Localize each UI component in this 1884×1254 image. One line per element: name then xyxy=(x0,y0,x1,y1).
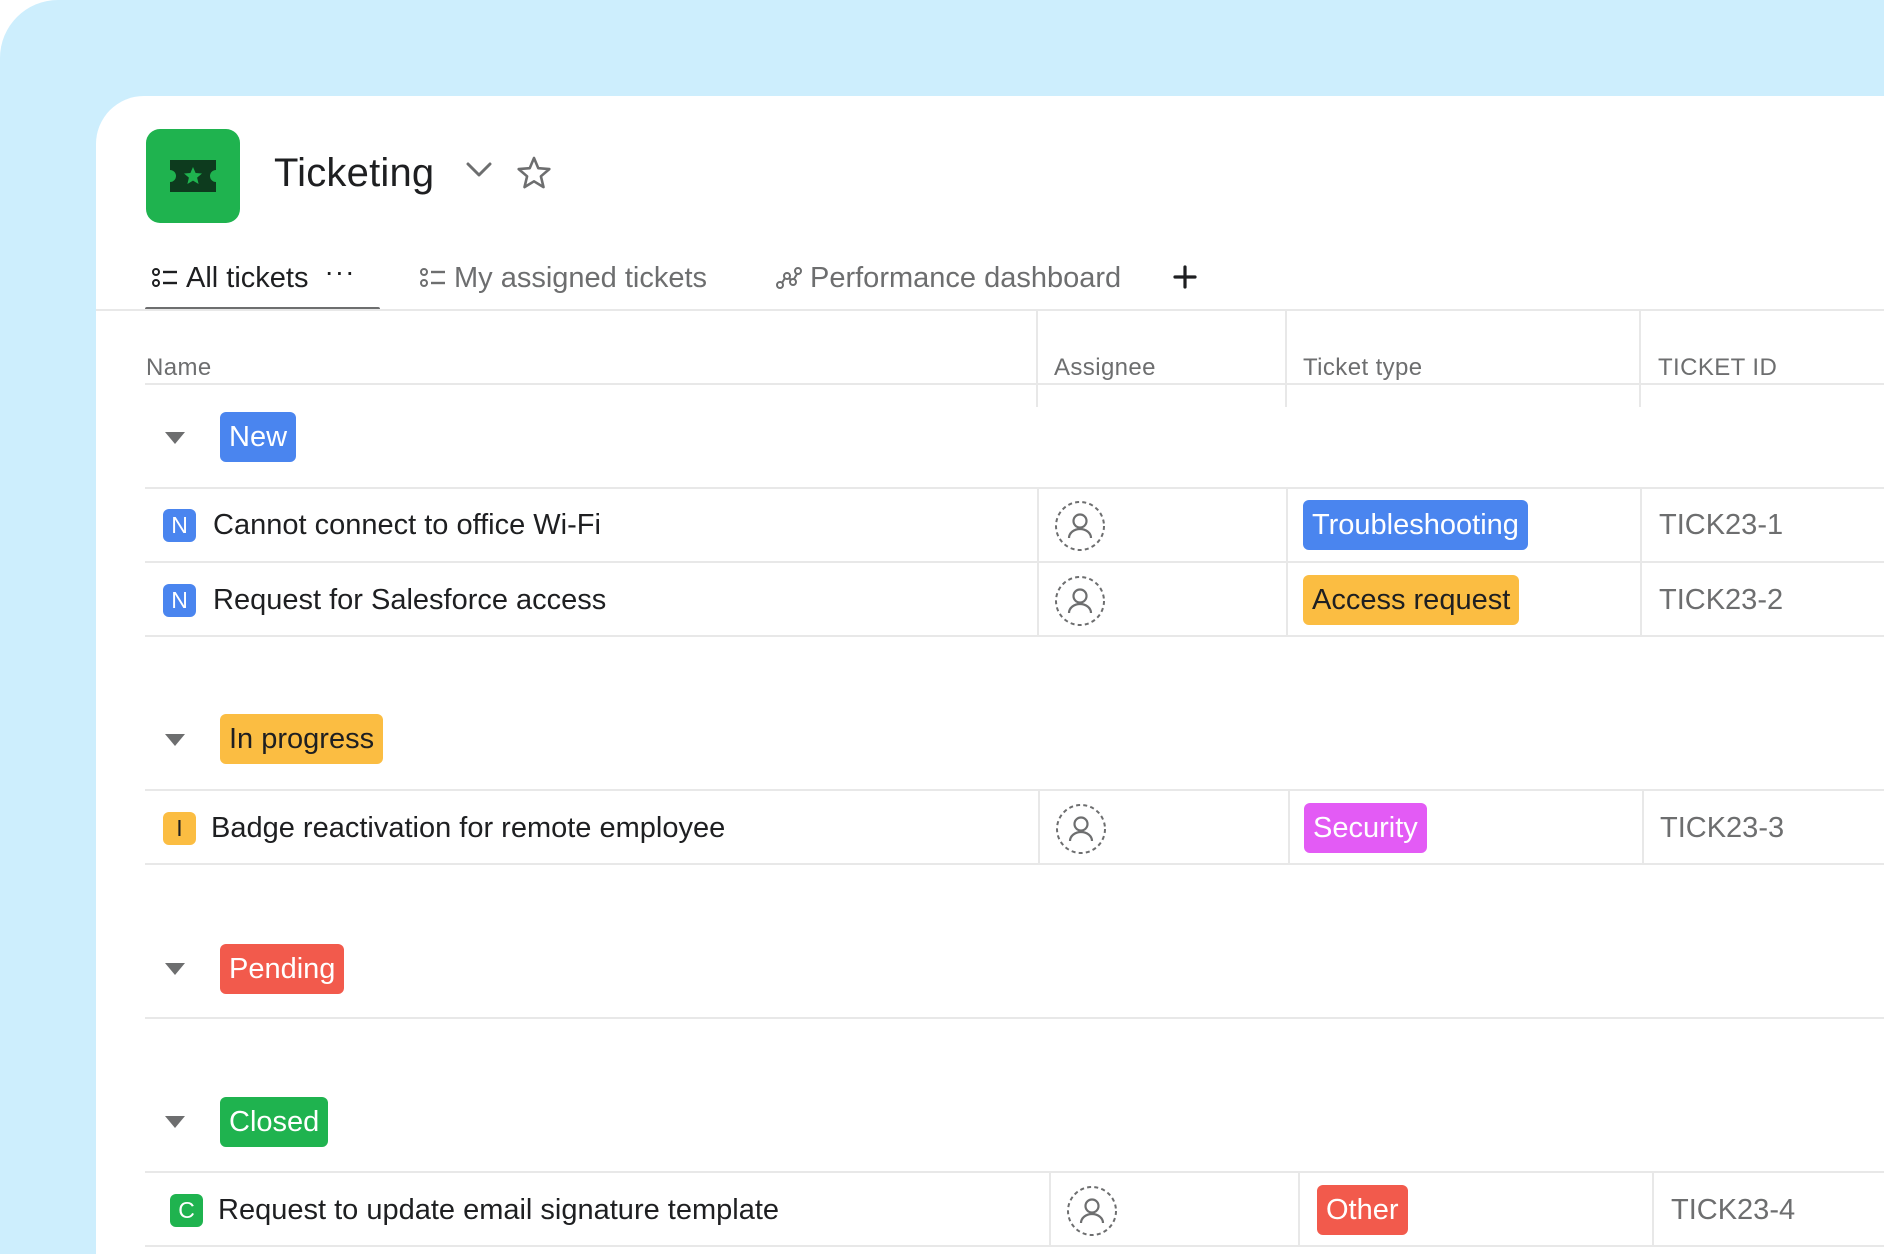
column-divider xyxy=(1038,789,1040,863)
column-divider xyxy=(1640,561,1642,635)
column-divider xyxy=(1286,561,1288,635)
add-tab-icon[interactable] xyxy=(1172,264,1198,295)
row-divider xyxy=(145,863,1884,865)
caret-down-icon[interactable] xyxy=(164,1115,186,1134)
row-divider xyxy=(145,635,1884,637)
ticket-id: TICK23-2 xyxy=(1659,584,1784,616)
tab-label: Performance dashboard xyxy=(810,261,1122,294)
caret-down-icon[interactable] xyxy=(164,733,186,752)
row-divider xyxy=(145,789,1884,791)
assignee-placeholder-icon[interactable] xyxy=(1066,1185,1118,1237)
dashboard-icon xyxy=(776,267,802,289)
column-header-assignee[interactable]: Assignee xyxy=(1054,332,1156,404)
tab-all-tickets[interactable]: All tickets ··· xyxy=(152,257,355,299)
ticket-id: TICK23-1 xyxy=(1659,509,1784,541)
background: Ticketing All tickets ··· My assigned ti… xyxy=(0,0,1884,1254)
assignee-placeholder-icon[interactable] xyxy=(1054,500,1106,552)
ticket-type-pill[interactable]: Other xyxy=(1317,1185,1408,1235)
ticket-type-pill[interactable]: Access request xyxy=(1303,575,1520,625)
tab-divider xyxy=(96,309,1884,311)
list-icon xyxy=(152,268,177,287)
row-divider xyxy=(145,487,1884,489)
column-divider xyxy=(1286,487,1288,561)
group-label-closed[interactable]: Closed xyxy=(220,1097,329,1147)
assignee-placeholder-icon[interactable] xyxy=(1055,803,1107,855)
status-badge: I xyxy=(163,812,196,845)
column-divider xyxy=(1640,487,1642,561)
tab-label: My assigned tickets xyxy=(454,261,708,294)
row-divider xyxy=(145,1017,1884,1019)
list-icon xyxy=(420,268,445,287)
page-title: Ticketing xyxy=(274,151,435,195)
column-divider xyxy=(1036,311,1038,407)
column-divider xyxy=(1037,487,1039,561)
caret-down-icon[interactable] xyxy=(164,962,186,981)
row-divider xyxy=(145,561,1884,563)
column-divider xyxy=(1298,1171,1300,1245)
column-header-name[interactable]: Name xyxy=(146,332,212,404)
ticket-name[interactable]: Request for Salesforce access xyxy=(213,580,606,620)
status-badge: C xyxy=(170,1194,203,1227)
row-divider xyxy=(145,1171,1884,1173)
status-badge: N xyxy=(163,584,196,617)
column-header-ticket-type[interactable]: Ticket type xyxy=(1303,332,1423,404)
ticket-name[interactable]: Request to update email signature templa… xyxy=(218,1190,779,1230)
column-divider xyxy=(1642,789,1644,863)
ticket-name[interactable]: Badge reactivation for remote employee xyxy=(211,808,725,848)
header-divider xyxy=(145,383,1884,385)
status-badge: N xyxy=(163,509,196,542)
column-divider xyxy=(1037,561,1039,635)
assignee-placeholder-icon[interactable] xyxy=(1054,575,1106,627)
column-divider xyxy=(1652,1171,1654,1245)
project-panel: Ticketing All tickets ··· My assigned ti… xyxy=(96,96,1884,1254)
row-divider xyxy=(145,1245,1884,1247)
star-icon[interactable] xyxy=(516,156,552,195)
ticket-id: TICK23-4 xyxy=(1671,1194,1796,1226)
column-header-ticket-id[interactable]: TICKET ID xyxy=(1658,332,1777,404)
column-divider xyxy=(1639,311,1641,407)
tab-performance-dashboard[interactable]: Performance dashboard xyxy=(776,257,1121,299)
ticket-icon[interactable] xyxy=(146,129,240,223)
column-divider xyxy=(1288,789,1290,863)
group-label-pending[interactable]: Pending xyxy=(220,944,345,994)
group-label-in-progress[interactable]: In progress xyxy=(220,714,384,764)
tab-label: All tickets xyxy=(186,261,309,294)
ticket-id: TICK23-3 xyxy=(1660,812,1785,844)
more-icon[interactable]: ··· xyxy=(324,258,355,286)
ticket-name[interactable]: Cannot connect to office Wi-Fi xyxy=(213,505,601,545)
column-divider xyxy=(1049,1171,1051,1245)
caret-down-icon[interactable] xyxy=(164,431,186,450)
ticket-type-pill[interactable]: Security xyxy=(1304,803,1427,853)
tab-my-assigned-tickets[interactable]: My assigned tickets xyxy=(420,257,707,299)
column-divider xyxy=(1285,311,1287,407)
ticket-type-pill[interactable]: Troubleshooting xyxy=(1303,500,1528,550)
chevron-down-icon[interactable] xyxy=(466,162,492,183)
group-label-new[interactable]: New xyxy=(220,412,297,462)
